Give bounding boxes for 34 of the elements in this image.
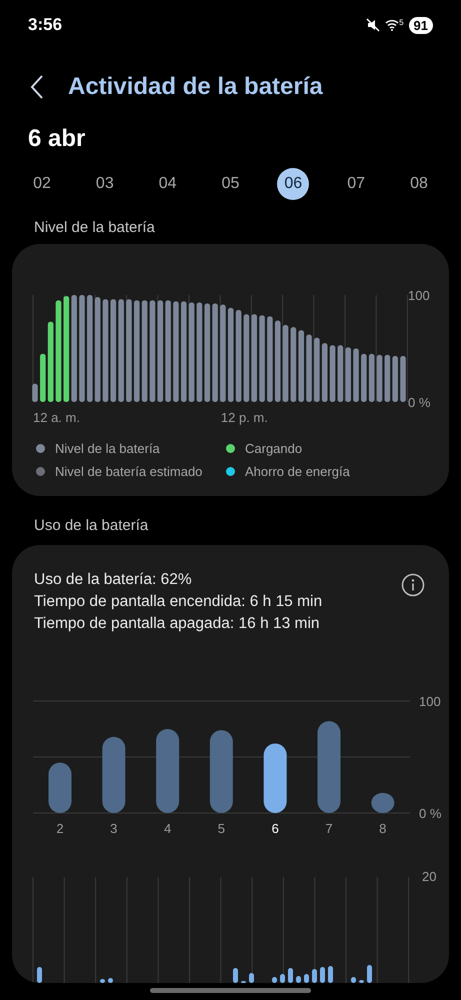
day-tab[interactable]: 03 bbox=[88, 168, 121, 200]
axis-label: 4 bbox=[164, 821, 172, 835]
date-heading: 6 abr bbox=[27, 124, 86, 154]
day-tab[interactable]: 04 bbox=[152, 168, 184, 200]
axis-label: 100 bbox=[419, 694, 441, 709]
axis-label: 12 a. m. bbox=[33, 410, 80, 425]
axis-label: 3 bbox=[110, 821, 118, 835]
axis-label: 0 % bbox=[419, 806, 442, 821]
axis-label: 0 % bbox=[408, 395, 430, 410]
battery-indicator: 91 bbox=[408, 16, 433, 34]
axis-label: 20 bbox=[422, 869, 436, 884]
page-title: Actividad de la batería bbox=[68, 72, 323, 102]
day-tab[interactable]: 02 bbox=[26, 168, 58, 200]
axis-label: 6 bbox=[272, 821, 279, 835]
section-title: Uso de la batería bbox=[33, 516, 150, 536]
axis-label: 2 bbox=[56, 821, 64, 835]
usage-summary-line: Uso de la batería: 62% bbox=[34, 570, 193, 590]
axis-label: 100 bbox=[408, 288, 430, 303]
legend-label: Ahorro de energía bbox=[245, 462, 350, 481]
legend-label: Nivel de la batería bbox=[55, 440, 160, 458]
axis-label: 7 bbox=[325, 821, 333, 835]
axis-label: 8 bbox=[379, 821, 386, 835]
usage-summary-line: Tiempo de pantalla encendida: 6 h 15 min bbox=[34, 592, 322, 612]
axis-label: 5 bbox=[218, 821, 226, 835]
day-tab[interactable]: 08 bbox=[402, 168, 435, 200]
legend-label: Cargando bbox=[245, 440, 302, 458]
section-title: Nivel de la batería bbox=[33, 218, 156, 238]
legend-label: Nivel de batería estimado bbox=[55, 462, 202, 480]
usage-summary-line: Tiempo de pantalla apagada: 16 h 13 min bbox=[34, 614, 321, 634]
day-tab[interactable]: 06 bbox=[277, 168, 310, 200]
day-tab[interactable]: 05 bbox=[214, 168, 246, 200]
status-time: 3:56 bbox=[28, 14, 62, 36]
day-tab[interactable]: 07 bbox=[340, 168, 372, 200]
axis-label: 12 p. m. bbox=[220, 410, 268, 425]
